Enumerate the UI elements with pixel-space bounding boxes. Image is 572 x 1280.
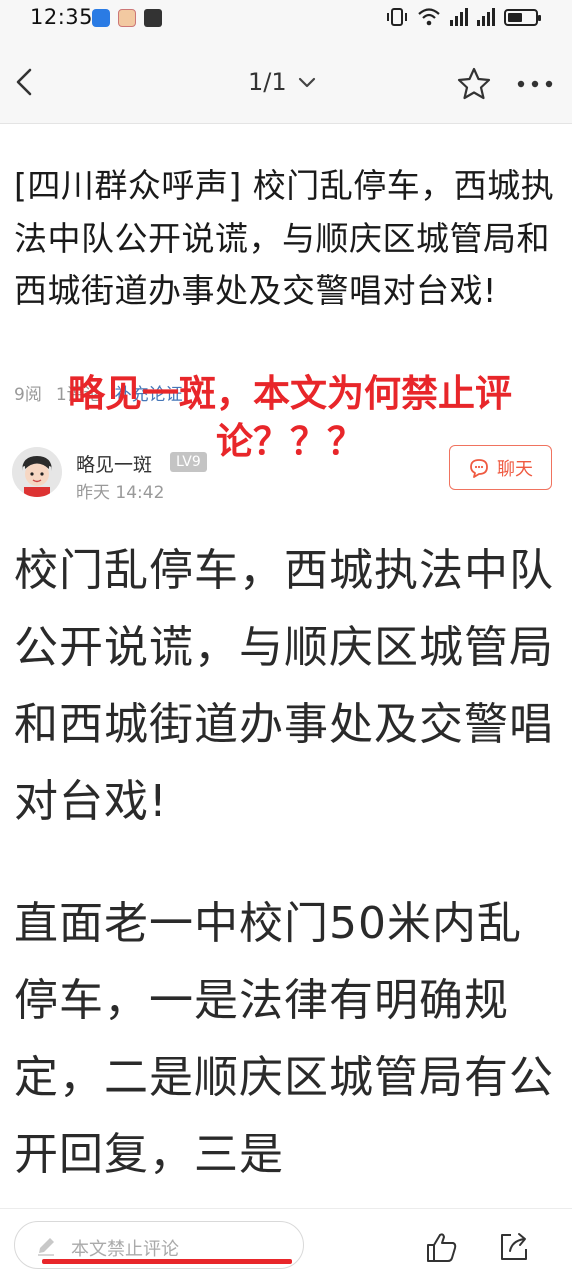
status-bar: 12:35	[0, 0, 572, 36]
avatar[interactable]	[12, 447, 62, 497]
article-title: [四川群众呼声] 校门乱停车，西城执法中队公开说谎，与顺庆区城管局和西城街道办事…	[14, 166, 555, 310]
post-time: 昨天 14:42	[76, 483, 165, 503]
chat-button[interactable]: 聊天	[449, 445, 552, 490]
article-paragraph: 直面老一中校门50米内乱停车，一是法律有明确规定，二是顺庆区城管局有公开回复，三…	[14, 898, 554, 1180]
back-icon[interactable]	[6, 62, 46, 102]
app-notification-icon	[92, 9, 110, 27]
pencil-icon	[38, 1238, 54, 1256]
signal-icon	[450, 8, 468, 26]
author-name[interactable]: 略见一斑	[76, 450, 152, 477]
wifi-icon	[418, 8, 440, 26]
thumbs-up-icon[interactable]	[424, 1229, 460, 1265]
nav-bar: 1/1	[0, 36, 572, 124]
signal-icon	[477, 8, 495, 26]
status-time: 12:35	[30, 5, 94, 29]
article-paragraph: 校门乱停车，西城执法中队公开说谎，与顺庆区城管局和西城街道办事处及交警唱对台戏!	[14, 545, 554, 827]
red-underline-annotation	[42, 1259, 292, 1264]
share-icon[interactable]	[496, 1229, 532, 1265]
more-icon[interactable]	[512, 64, 558, 104]
page-counter[interactable]: 1/1	[248, 68, 287, 96]
chat-label: 聊天	[497, 458, 533, 480]
battery-icon	[504, 8, 541, 26]
vibrate-icon	[387, 8, 407, 26]
chevron-down-icon[interactable]	[296, 72, 318, 94]
bottom-bar: 本文禁止评论	[0, 1208, 572, 1280]
level-badge: LV9	[170, 452, 207, 472]
status-indicators	[386, 6, 541, 28]
chat-bubble-icon	[470, 458, 488, 478]
avatar-image	[12, 447, 62, 497]
comment-placeholder: 本文禁止评论	[71, 1239, 179, 1260]
app-icon	[118, 9, 136, 27]
app-icon	[144, 9, 162, 27]
star-icon[interactable]	[454, 64, 494, 104]
